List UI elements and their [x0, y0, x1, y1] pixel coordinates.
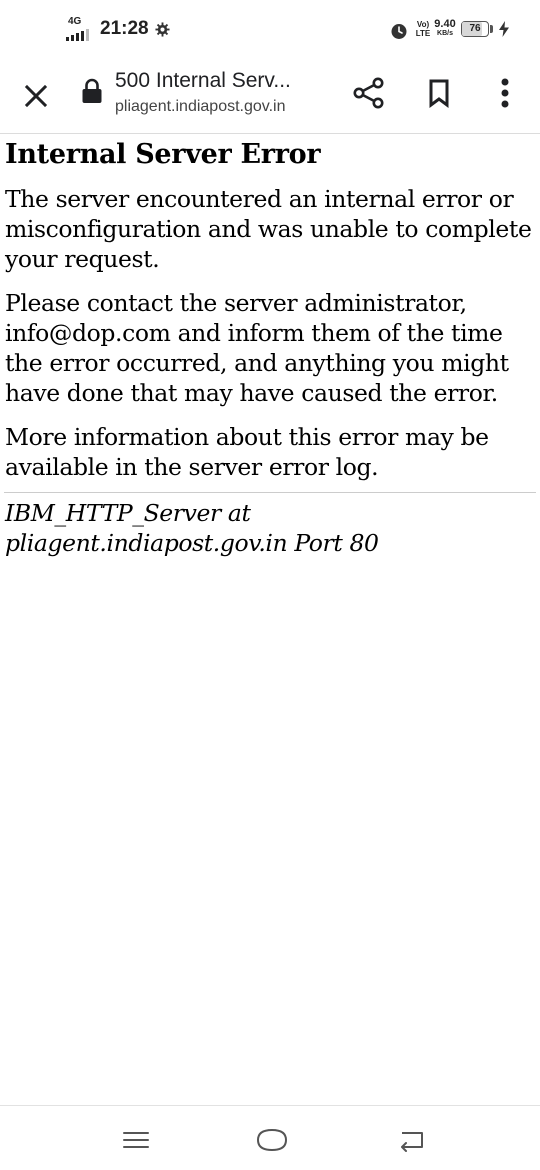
- lte-label: LTE: [415, 29, 431, 38]
- share-icon[interactable]: [352, 76, 386, 110]
- custom-tab-toolbar: 500 Internal Serv... pliagent.indiapost.…: [0, 58, 540, 134]
- error-description: The server encountered an internal error…: [5, 185, 532, 273]
- more-info-text: More information about this error may be…: [5, 423, 489, 481]
- error-heading: Internal Server Error: [5, 139, 321, 170]
- page-url: pliagent.indiapost.gov.in: [115, 98, 286, 115]
- network-speed: 9.40 KB/s: [433, 19, 457, 38]
- contact-admin-text: Please contact the server administrator,…: [5, 289, 509, 407]
- page-title: 500 Internal Serv...: [115, 69, 291, 92]
- page-content: Internal Server Error The server encount…: [0, 134, 540, 558]
- status-bar: 4G 21:28 Vo) LTE 9.40 KB/s 76: [0, 0, 540, 58]
- signal-bars-icon: [66, 29, 89, 41]
- battery-tip: [490, 25, 493, 33]
- content-divider: [4, 492, 536, 493]
- server-signature: IBM_HTTP_Server at pliagent.indiapost.go…: [5, 499, 379, 557]
- alarm-clock-icon: [391, 24, 407, 39]
- close-icon[interactable]: [18, 78, 54, 114]
- battery-percent: 76: [469, 23, 481, 34]
- volte-indicator: Vo) LTE: [413, 20, 433, 38]
- network-indicator: 4G: [66, 17, 92, 41]
- bookmark-icon[interactable]: [424, 76, 454, 110]
- network-speed-unit: KB/s: [437, 30, 453, 37]
- home-icon[interactable]: [254, 1126, 290, 1154]
- volte-label: Vo): [416, 20, 430, 29]
- battery-icon: 76: [461, 21, 489, 37]
- network-speed-value: 9.40: [434, 18, 456, 30]
- lock-icon[interactable]: [81, 78, 103, 104]
- network-type-label: 4G: [68, 16, 82, 27]
- gear-icon: [155, 22, 170, 37]
- charging-bolt-icon: [499, 21, 509, 37]
- recents-icon[interactable]: [120, 1126, 152, 1154]
- clock-time: 21:28: [100, 18, 149, 39]
- more-vert-icon[interactable]: [492, 74, 518, 112]
- back-icon[interactable]: [396, 1126, 428, 1154]
- system-nav-bar: [0, 1105, 540, 1170]
